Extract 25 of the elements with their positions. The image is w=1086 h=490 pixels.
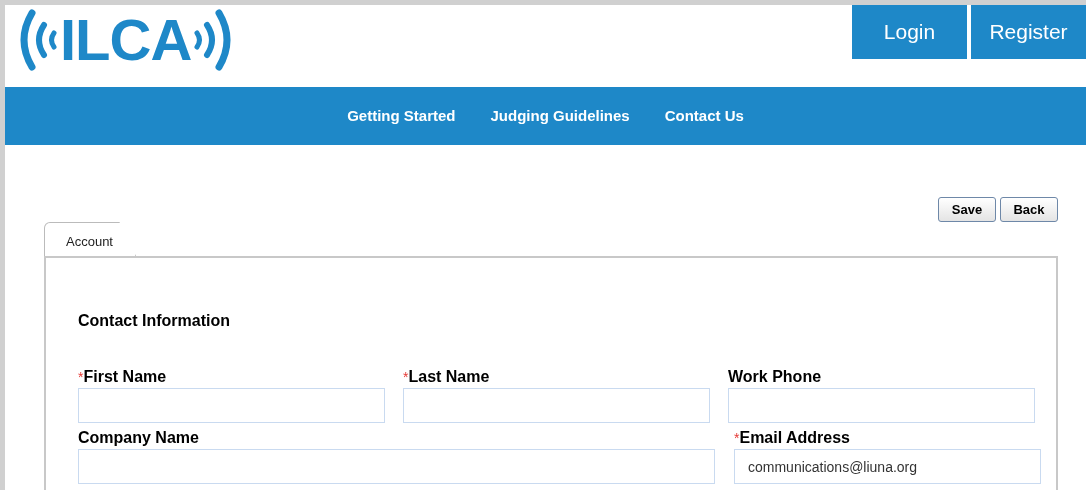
logo-text: ILCA	[60, 10, 192, 70]
input-field[interactable]	[78, 388, 385, 423]
required-asterisk: *	[78, 369, 84, 385]
field-label: *First Name	[78, 367, 168, 386]
required-asterisk: *	[403, 369, 409, 385]
header-button[interactable]: Register	[971, 5, 1086, 59]
field-label: Work Phone	[728, 367, 823, 386]
nav-link[interactable]: Judging Guidelines	[490, 104, 630, 128]
action-button[interactable]: Save	[938, 197, 996, 222]
signal-waves-icon	[18, 9, 58, 71]
input-field[interactable]	[728, 388, 1035, 423]
action-button[interactable]: Back	[1000, 197, 1058, 222]
required-asterisk: *	[734, 430, 740, 446]
tab[interactable]: Account	[44, 222, 136, 256]
section-title: Contact Information	[78, 311, 231, 331]
input-field[interactable]	[78, 449, 715, 484]
input-field[interactable]: communications@liuna.org	[734, 449, 1041, 484]
nav-link[interactable]: Contact Us	[664, 104, 744, 128]
input-field[interactable]	[403, 388, 710, 423]
logo[interactable]: ILCA	[18, 9, 234, 71]
nav-link[interactable]: Getting Started	[347, 104, 456, 128]
field-label: Company Name	[78, 428, 200, 447]
header-button[interactable]: Login	[852, 5, 967, 59]
field-label: *Email Address	[733, 428, 851, 447]
field-label: *Last Name	[403, 367, 491, 386]
